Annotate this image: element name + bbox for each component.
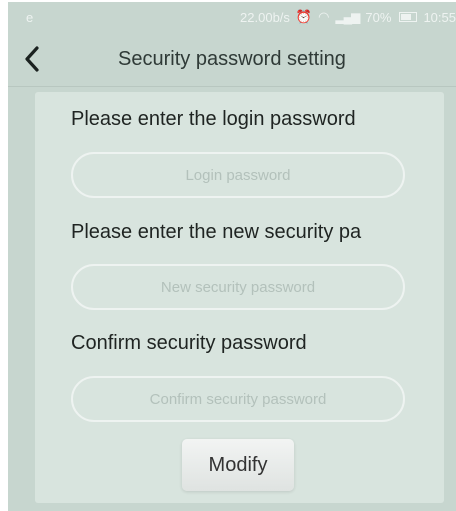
confirm-security-password-input[interactable] (71, 376, 405, 422)
status-time: 10:55 (423, 9, 456, 25)
page-title: Security password setting (118, 47, 346, 70)
app-screen: e 22.00b/s ⏰ ◠ ▂▄▆ 70% 10:55 Security pa… (8, 2, 456, 511)
modify-button[interactable]: Modify (182, 439, 294, 491)
login-password-input[interactable] (71, 152, 405, 198)
network-speed: 22.00b/s (240, 9, 290, 25)
browser-icon: e (26, 9, 34, 25)
battery-percent: 70% (365, 9, 392, 25)
confirm-security-password-label: Confirm security password (71, 332, 307, 354)
status-indicators: 22.00b/s ⏰ ◠ ▂▄▆ 70% 10:55 (240, 9, 456, 25)
battery-icon (399, 12, 418, 22)
new-security-password-label: Please enter the new security pa (71, 221, 362, 243)
wifi-icon: ◠ (318, 9, 330, 24)
chevron-left-icon (25, 46, 39, 72)
password-form-card: Please enter the login password Please e… (35, 92, 444, 503)
alarm-icon: ⏰ (295, 9, 313, 24)
new-security-password-input[interactable] (71, 264, 405, 310)
signal-icon: ▂▄▆ (335, 10, 360, 24)
login-password-label: Please enter the login password (71, 108, 356, 130)
status-bar: e 22.00b/s ⏰ ◠ ▂▄▆ 70% 10:55 (8, 2, 456, 32)
back-button[interactable] (20, 44, 44, 74)
header-bar: Security password setting (8, 32, 456, 87)
